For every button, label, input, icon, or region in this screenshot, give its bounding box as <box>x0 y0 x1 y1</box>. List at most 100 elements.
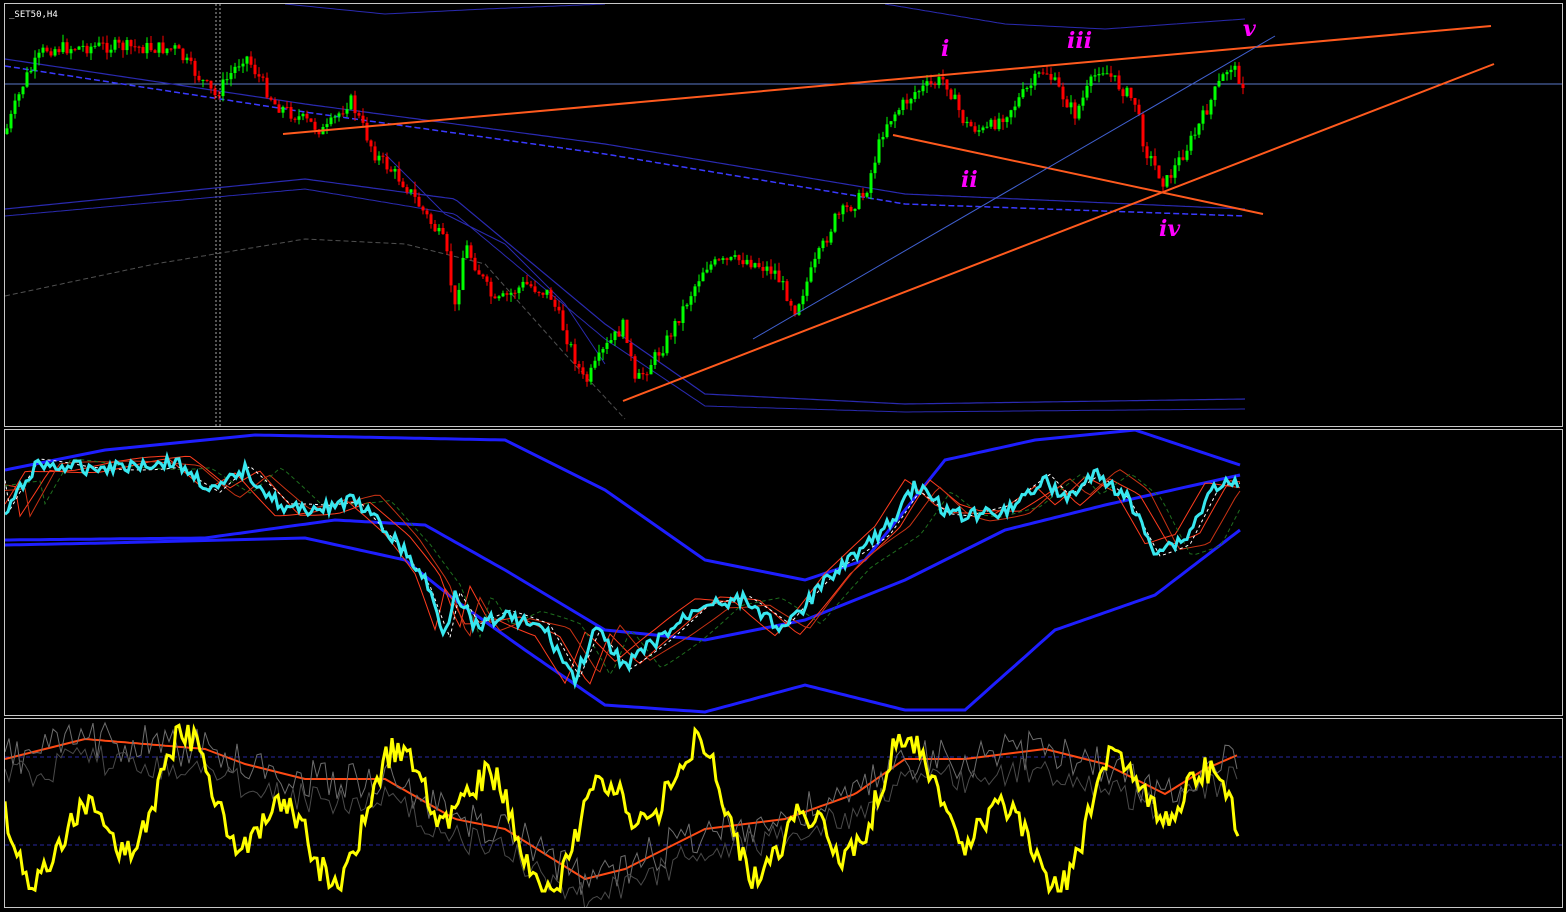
candle-body <box>489 281 493 297</box>
candle-body <box>561 310 565 331</box>
candle-body <box>1217 80 1221 87</box>
candle-body <box>469 245 473 258</box>
channel-mid-line <box>5 65 1246 217</box>
candle-body <box>445 234 449 252</box>
candle-body <box>649 364 653 375</box>
candle-body <box>705 269 709 273</box>
candle-body <box>1021 89 1025 98</box>
candle-body <box>1193 134 1197 136</box>
candle-body <box>1077 105 1081 119</box>
candle-body <box>905 99 909 104</box>
candle-body <box>1233 65 1237 70</box>
candle-body <box>837 213 841 215</box>
stochastic-pane[interactable] <box>4 718 1563 908</box>
candle-body <box>53 49 57 56</box>
candle-body <box>253 64 257 75</box>
candle-body <box>589 367 593 382</box>
bollinger-lower <box>5 528 1241 714</box>
candle-body <box>709 264 713 270</box>
candle-body <box>437 228 441 232</box>
candle-body <box>533 286 537 292</box>
candle-body <box>981 127 985 131</box>
candle-body <box>149 42 153 51</box>
candle-body <box>285 106 289 108</box>
candle-body <box>1041 72 1045 74</box>
candle-body <box>945 79 949 90</box>
candle-body <box>909 98 913 104</box>
candle-body <box>689 296 693 305</box>
candle-body <box>1213 86 1217 100</box>
candle-body <box>637 372 641 379</box>
candle-body <box>113 39 117 50</box>
candle-body <box>241 63 245 67</box>
candle-body <box>269 97 273 100</box>
candle-body <box>1037 72 1041 74</box>
candle-body <box>249 56 253 65</box>
candle-body <box>9 113 13 129</box>
candle-body <box>169 48 173 50</box>
candle-body <box>493 296 497 299</box>
candle-body <box>473 257 477 271</box>
candle-body <box>753 263 757 268</box>
candle-body <box>85 45 89 54</box>
candle-body <box>989 119 993 127</box>
candle-body <box>813 258 817 268</box>
candle-body <box>633 356 637 379</box>
candle-body <box>261 76 265 78</box>
candle-body <box>865 192 869 197</box>
candle-body <box>881 137 885 140</box>
candle-body <box>1085 85 1089 98</box>
candle-body <box>1045 73 1049 75</box>
candle-body <box>625 319 629 343</box>
candle-body <box>429 214 433 224</box>
candle-body <box>505 293 509 295</box>
candle-body <box>1221 74 1225 81</box>
candle-body <box>1069 102 1073 108</box>
candle-body <box>129 40 133 47</box>
candle-body <box>765 266 769 271</box>
candle-body <box>809 267 813 282</box>
candle-body <box>833 213 837 232</box>
price-chart <box>5 4 1562 426</box>
candle-body <box>221 79 225 97</box>
candle-body <box>565 330 569 345</box>
candle-body <box>1125 87 1129 97</box>
candle-body <box>885 124 889 138</box>
candle-body <box>205 79 209 81</box>
candle-body <box>1173 165 1177 178</box>
candle-body <box>1017 97 1021 107</box>
candle-body <box>725 258 729 260</box>
candle-body <box>877 139 881 163</box>
candle-body <box>141 47 145 54</box>
candle-body <box>441 228 445 235</box>
candle-body <box>733 255 737 257</box>
candle-body <box>209 80 213 89</box>
candle-body <box>281 106 285 113</box>
oscillator-pane[interactable] <box>4 429 1563 716</box>
candle-body <box>237 66 241 68</box>
candle-body <box>485 276 489 282</box>
candle-body <box>661 353 665 356</box>
symbol-label: _SET50,H4 <box>9 10 58 20</box>
candle-body <box>465 245 469 258</box>
candle-body <box>81 45 85 47</box>
candle-body <box>341 113 345 115</box>
candle-body <box>1073 102 1077 119</box>
candle-body <box>197 75 201 81</box>
candle-body <box>817 248 821 259</box>
candle-body <box>509 292 513 295</box>
candle-body <box>541 292 545 295</box>
candle-body <box>549 289 553 300</box>
candle-body <box>1157 165 1161 179</box>
candle-body <box>681 306 685 323</box>
wave-label-iv: iv <box>1159 216 1181 242</box>
candle-body <box>161 42 165 54</box>
candle-body <box>925 81 929 86</box>
candle-body <box>861 192 865 197</box>
candle-body <box>593 360 597 368</box>
candle-body <box>1209 99 1213 115</box>
oscillator-line <box>5 450 1240 690</box>
candle-body <box>1153 156 1157 166</box>
candle-body <box>101 42 105 44</box>
main-price-pane[interactable]: _SET50,H4 i ii iii iv v <box>4 3 1563 427</box>
